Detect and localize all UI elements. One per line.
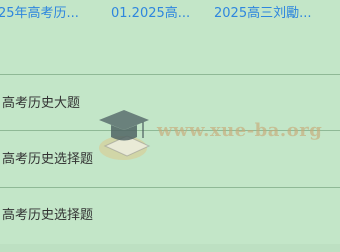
watermark-logo: www.xue-ba.org: [97, 106, 327, 166]
list-item[interactable]: 高考历史选择题: [2, 207, 93, 225]
list-item[interactable]: 高考历史大题: [2, 95, 80, 113]
tab-item[interactable]: 01.2025高...: [111, 5, 197, 23]
divider: [0, 187, 340, 188]
tab-item[interactable]: 25年高考历...: [0, 5, 96, 23]
bottom-bar: [0, 244, 340, 252]
tab-bar: 25年高考历... 01.2025高... 2025高三刘勵...: [0, 0, 340, 30]
watermark-text: www.xue-ba.org: [157, 120, 323, 141]
tab-item[interactable]: 2025高三刘勵...: [214, 5, 340, 23]
divider: [0, 74, 340, 75]
list-item[interactable]: 高考历史选择题: [2, 151, 93, 169]
